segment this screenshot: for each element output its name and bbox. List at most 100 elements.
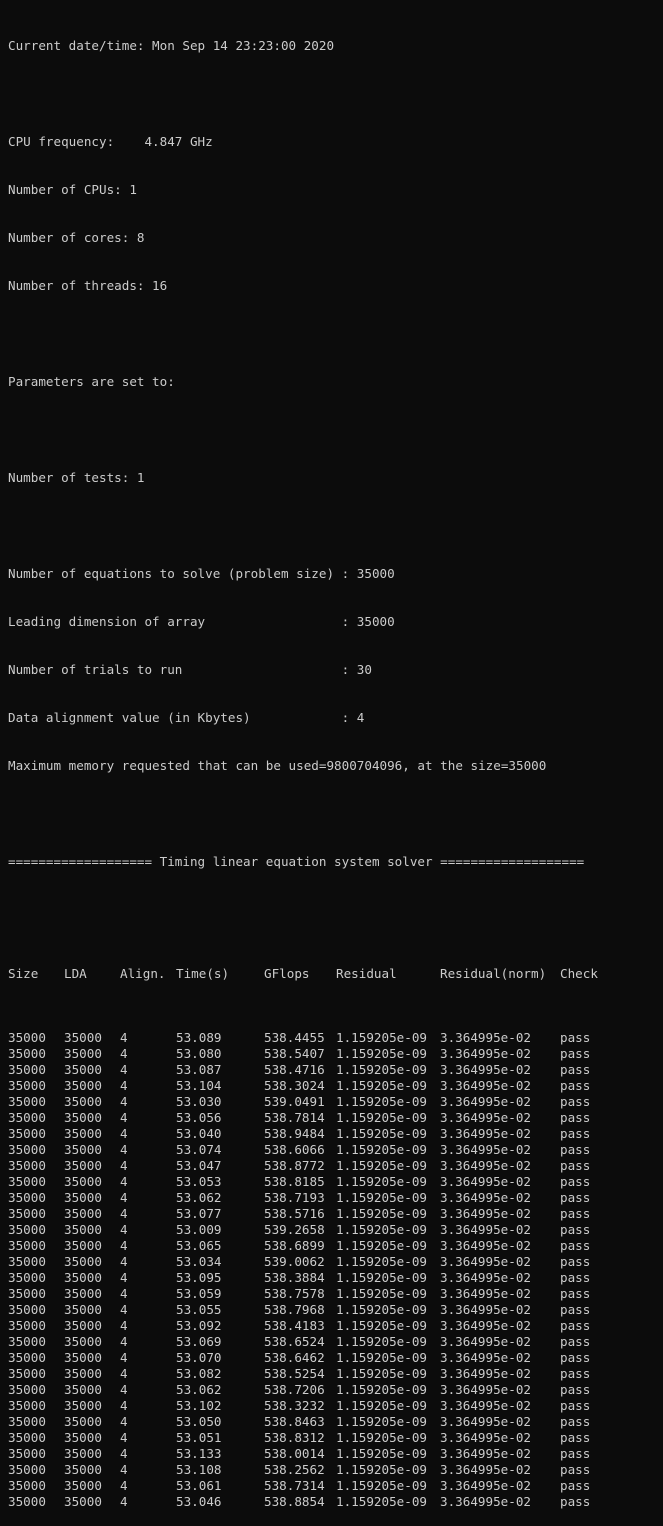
table-row: 35000 35000 4 53.104 538.3024 1.159205e-09 3.3… (8, 1078, 663, 1094)
cell-size: 35000 (8, 1286, 46, 1301)
cell-check: pass (560, 1366, 591, 1381)
cell-check: pass (560, 1398, 591, 1413)
cell-time: 53.089 (176, 1030, 222, 1045)
cell-residual-norm: 3.364995e-02 (440, 1382, 531, 1397)
header-time: Time(s) (176, 966, 230, 981)
cell-lda: 35000 (64, 1062, 102, 1077)
cell-residual-norm: 3.364995e-02 (440, 1478, 531, 1493)
cell-residual: 1.159205e-09 (336, 1398, 427, 1413)
cell-gflops: 539.0062 (264, 1254, 325, 1269)
cell-residual: 1.159205e-09 (336, 1158, 427, 1173)
cell-align: 4 (120, 1222, 128, 1237)
cell-gflops: 538.7578 (264, 1286, 325, 1301)
cell-align: 4 (120, 1142, 128, 1157)
cell-gflops: 538.4455 (264, 1030, 325, 1045)
cell-time: 53.082 (176, 1366, 222, 1381)
cell-gflops: 539.0491 (264, 1094, 325, 1109)
cell-check: pass (560, 1142, 591, 1157)
table-row: 35000 35000 4 53.089 538.4455 1.159205e-09 3.3… (8, 1030, 663, 1046)
cell-size: 35000 (8, 1046, 46, 1061)
cell-residual: 1.159205e-09 (336, 1238, 427, 1253)
cell-time: 53.062 (176, 1382, 222, 1397)
cell-lda: 35000 (64, 1398, 102, 1413)
cell-align: 4 (120, 1382, 128, 1397)
cell-align: 4 (120, 1398, 128, 1413)
cell-residual-norm: 3.364995e-02 (440, 1046, 531, 1061)
cell-size: 35000 (8, 1158, 46, 1173)
problem-size-line: Number of equations to solve (problem si… (8, 566, 395, 581)
cell-residual: 1.159205e-09 (336, 1414, 427, 1429)
cell-lda: 35000 (64, 1494, 102, 1509)
table-row: 35000 35000 4 53.059 538.7578 1.159205e-09 3.3… (8, 1286, 663, 1302)
cell-check: pass (560, 1110, 591, 1125)
cell-align: 4 (120, 1478, 128, 1493)
table-row: 35000 35000 4 53.133 538.0014 1.159205e-09 3.3… (8, 1446, 663, 1462)
cell-lda: 35000 (64, 1270, 102, 1285)
cell-gflops: 538.8312 (264, 1430, 325, 1445)
results-table: 35000 35000 4 53.089 538.4455 1.159205e-09 3.3… (8, 1030, 663, 1510)
header-lda: LDA (64, 966, 87, 981)
table-row: 35000 35000 4 53.092 538.4183 1.159205e-09 3.3… (8, 1318, 663, 1334)
cell-time: 53.030 (176, 1094, 222, 1109)
cell-check: pass (560, 1158, 591, 1173)
date-line: Current date/time: Mon Sep 14 23:23:00 2… (8, 38, 335, 53)
cell-time: 53.053 (176, 1174, 222, 1189)
cell-align: 4 (120, 1158, 128, 1173)
cell-residual: 1.159205e-09 (336, 1078, 427, 1093)
cell-residual-norm: 3.364995e-02 (440, 1286, 531, 1301)
cell-check: pass (560, 1350, 591, 1365)
cell-residual: 1.159205e-09 (336, 1270, 427, 1285)
cell-size: 35000 (8, 1238, 46, 1253)
max-memory-line: Maximum memory requested that can be use… (8, 758, 547, 773)
cell-lda: 35000 (64, 1030, 102, 1045)
timing-banner: =================== Timing linear equati… (8, 854, 585, 869)
cell-check: pass (560, 1414, 591, 1429)
leading-dimension-line: Leading dimension of array : 35000 (8, 614, 395, 629)
cell-residual-norm: 3.364995e-02 (440, 1062, 531, 1077)
cell-gflops: 538.7968 (264, 1302, 325, 1317)
cell-time: 53.108 (176, 1462, 222, 1477)
cell-check: pass (560, 1446, 591, 1461)
cell-time: 53.087 (176, 1062, 222, 1077)
cell-size: 35000 (8, 1478, 46, 1493)
cell-size: 35000 (8, 1174, 46, 1189)
cell-size: 35000 (8, 1206, 46, 1221)
cell-align: 4 (120, 1366, 128, 1381)
cell-residual-norm: 3.364995e-02 (440, 1350, 531, 1365)
cell-align: 4 (120, 1270, 128, 1285)
cell-lda: 35000 (64, 1382, 102, 1397)
cell-residual: 1.159205e-09 (336, 1174, 427, 1189)
cell-residual: 1.159205e-09 (336, 1334, 427, 1349)
cell-size: 35000 (8, 1430, 46, 1445)
table-row: 35000 35000 4 53.040 538.9484 1.159205e-09 3.3… (8, 1126, 663, 1142)
cell-lda: 35000 (64, 1414, 102, 1429)
cell-residual: 1.159205e-09 (336, 1142, 427, 1157)
cell-lda: 35000 (64, 1462, 102, 1477)
cell-time: 53.070 (176, 1350, 222, 1365)
cell-size: 35000 (8, 1398, 46, 1413)
parameters-header: Parameters are set to: (8, 374, 175, 389)
table-row: 35000 35000 4 53.050 538.8463 1.159205e-09 3.3… (8, 1414, 663, 1430)
cell-align: 4 (120, 1094, 128, 1109)
cell-size: 35000 (8, 1094, 46, 1109)
cell-check: pass (560, 1494, 591, 1509)
thread-count-line: Number of threads: 16 (8, 278, 168, 293)
console-output[interactable]: Current date/time: Mon Sep 14 23:23:00 2… (0, 0, 663, 1509)
cell-time: 53.065 (176, 1238, 222, 1253)
cell-size: 35000 (8, 1126, 46, 1141)
table-row: 35000 35000 4 53.056 538.7814 1.159205e-09 3.3… (8, 1110, 663, 1126)
cell-check: pass (560, 1126, 591, 1141)
cell-residual-norm: 3.364995e-02 (440, 1302, 531, 1317)
cell-time: 53.056 (176, 1110, 222, 1125)
header-residual-norm: Residual(norm) (440, 966, 547, 981)
cell-residual-norm: 3.364995e-02 (440, 1366, 531, 1381)
cell-size: 35000 (8, 1318, 46, 1333)
cell-residual: 1.159205e-09 (336, 1046, 427, 1061)
table-row: 35000 35000 4 53.046 538.8854 1.159205e-09 3.3… (8, 1494, 663, 1510)
cell-residual-norm: 3.364995e-02 (440, 1190, 531, 1205)
cell-time: 53.102 (176, 1398, 222, 1413)
cell-check: pass (560, 1462, 591, 1477)
table-row: 35000 35000 4 53.069 538.6524 1.159205e-09 3.3… (8, 1334, 663, 1350)
table-row: 35000 35000 4 53.051 538.8312 1.159205e-09 3.3… (8, 1430, 663, 1446)
cell-check: pass (560, 1206, 591, 1221)
